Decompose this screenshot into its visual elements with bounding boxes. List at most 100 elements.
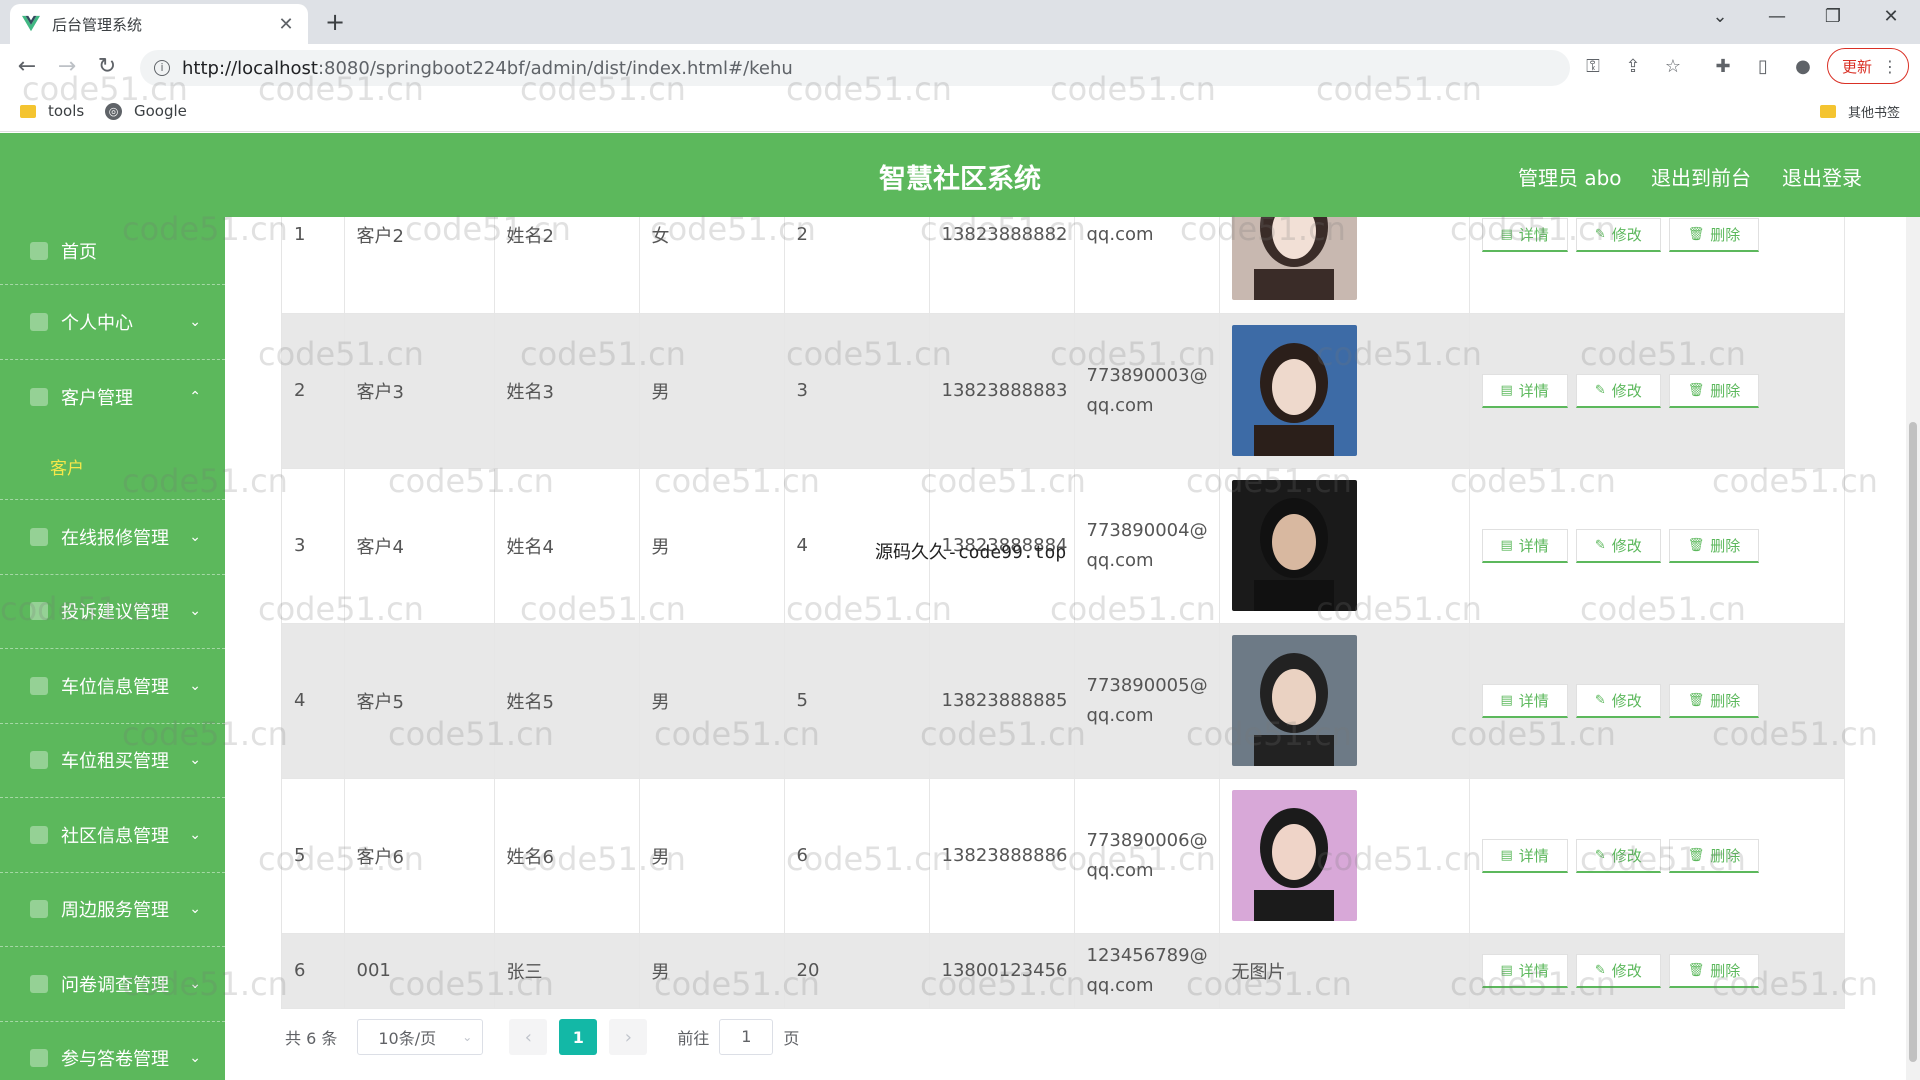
delete-button[interactable]: 🗑 删除 [1668, 838, 1760, 873]
customer-email: 773890005@ qq.com [1074, 623, 1220, 779]
vertical-scrollbar[interactable] [1906, 217, 1920, 1080]
document-icon: ▤ [1500, 537, 1513, 553]
user-icon [30, 312, 48, 331]
reload-icon[interactable]: ↻ [92, 54, 122, 79]
sidebar-item-answers[interactable]: 参与答卷管理 ⌄ [0, 1022, 225, 1080]
delete-label: 删除 [1710, 536, 1741, 555]
detail-label: 详情 [1518, 961, 1549, 980]
sidebar-item-label: 投诉建议管理 [61, 602, 169, 624]
customer-photo-cell [1219, 313, 1470, 469]
forward-icon[interactable]: → [52, 54, 82, 79]
sidebar-item-customers[interactable]: 客户管理 ⌃ [0, 360, 225, 435]
customer-name: 张三 [494, 933, 640, 1009]
scrollbar-thumb[interactable] [1909, 422, 1917, 1062]
delete-button[interactable]: 🗑 删除 [1668, 217, 1760, 252]
row-actions: ▤ 详情 ✎ 修改 🗑 删除 [1469, 468, 1845, 624]
detail-button[interactable]: ▤ 详情 [1481, 838, 1568, 873]
submenu-item-customer[interactable]: 客户 [0, 434, 225, 500]
chevron-down-icon: ⌄ [189, 752, 201, 769]
detail-button[interactable]: ▤ 详情 [1481, 217, 1568, 252]
bookmark-label: tools [48, 102, 85, 120]
sidebar-item-complaints[interactable]: 投诉建议管理 ⌄ [0, 575, 225, 649]
extensions-icon[interactable]: ✚ [1710, 56, 1736, 77]
delete-label: 删除 [1710, 691, 1741, 710]
back-icon[interactable]: ← [12, 54, 42, 79]
next-page-button[interactable]: › [609, 1019, 648, 1055]
sidebar-item-survey[interactable]: 问卷调查管理 ⌄ [0, 947, 225, 1022]
document-icon: ▤ [1500, 382, 1513, 398]
edit-label: 修改 [1611, 961, 1642, 980]
row-actions: ▤ 详情 ✎ 修改 🗑 删除 [1469, 933, 1845, 1009]
delete-label: 删除 [1710, 225, 1741, 244]
chevron-down-icon: ⌄ [189, 313, 201, 330]
edit-label: 修改 [1611, 536, 1642, 555]
page-size-select[interactable]: 10条/页 ⌄ [357, 1019, 484, 1055]
email-line-1: 773890004@ [1086, 519, 1208, 541]
sidebar-item-community[interactable]: 社区信息管理 ⌄ [0, 798, 225, 873]
chevron-down-icon: ⌄ [189, 677, 201, 694]
site-info-icon[interactable]: i [154, 60, 170, 76]
other-bookmarks[interactable]: 其他书签 [1820, 102, 1900, 121]
update-label: 更新 [1842, 57, 1873, 76]
new-tab-icon[interactable]: + [325, 8, 345, 36]
detail-button[interactable]: ▤ 详情 [1481, 373, 1568, 408]
customer-photo-cell [1219, 778, 1470, 934]
delete-label: 删除 [1710, 961, 1741, 980]
url-path: :8080/springboot224bf/admin/dist/index.h… [317, 57, 793, 79]
key-icon[interactable]: ⚿ [1580, 56, 1606, 77]
customer-age: 5 [784, 623, 930, 779]
tab-search-icon[interactable]: ⌄ [1705, 6, 1735, 27]
detail-button[interactable]: ▤ 详情 [1481, 953, 1568, 988]
update-button[interactable]: 更新 ⋮ [1827, 48, 1909, 84]
chevron-down-icon: ⌄ [462, 1030, 473, 1044]
page-1-button[interactable]: 1 [559, 1019, 598, 1055]
close-tab-icon[interactable]: ✕ [276, 14, 296, 35]
edit-button[interactable]: ✎ 修改 [1575, 217, 1661, 252]
sidebar-item-profile[interactable]: 个人中心 ⌄ [0, 285, 225, 360]
edit-button[interactable]: ✎ 修改 [1575, 838, 1661, 873]
customer-phone: 13823888885 [929, 623, 1075, 779]
address-bar[interactable]: i http://localhost:8080/springboot224bf/… [140, 50, 1570, 86]
edit-button[interactable]: ✎ 修改 [1575, 953, 1661, 988]
sidebar-item-parking-rent[interactable]: 车位租买管理 ⌄ [0, 724, 225, 798]
edit-button[interactable]: ✎ 修改 [1575, 683, 1661, 718]
bookmark-star-icon[interactable]: ☆ [1660, 56, 1686, 77]
maximize-icon[interactable]: ❐ [1818, 6, 1848, 27]
sidebar-item-services[interactable]: 周边服务管理 ⌄ [0, 873, 225, 947]
profile-icon[interactable]: ● [1790, 56, 1816, 77]
delete-button[interactable]: 🗑 删除 [1668, 373, 1760, 408]
detail-button[interactable]: ▤ 详情 [1481, 683, 1568, 718]
customer-account: 客户4 [344, 468, 495, 624]
sidebar: 首页 个人中心 ⌄ 客户管理 ⌃ 客户 在线报修管理 ⌄ 投诉建议管理 ⌄ 车位信息管理… [0, 217, 225, 1080]
minimize-icon[interactable]: — [1762, 6, 1792, 27]
overlay-watermark-text: 源码久久-code99.top [875, 542, 1067, 563]
share-icon[interactable]: ⇪ [1620, 56, 1646, 77]
customer-age: 20 [784, 933, 930, 1009]
close-window-icon[interactable]: ✕ [1876, 6, 1906, 27]
prev-page-button[interactable]: ‹ [509, 1019, 548, 1055]
delete-button[interactable]: 🗑 删除 [1668, 528, 1760, 563]
pencil-icon: ✎ [1594, 847, 1606, 863]
survey-icon [30, 974, 48, 993]
side-panel-icon[interactable]: ▯ [1750, 56, 1776, 77]
edit-button[interactable]: ✎ 修改 [1575, 528, 1661, 563]
delete-button[interactable]: 🗑 删除 [1668, 953, 1760, 988]
delete-button[interactable]: 🗑 删除 [1668, 683, 1760, 718]
detail-button[interactable]: ▤ 详情 [1481, 528, 1568, 563]
exit-to-front-link[interactable]: 退出到前台 [1651, 162, 1751, 191]
edit-button[interactable]: ✎ 修改 [1575, 373, 1661, 408]
sidebar-item-repair[interactable]: 在线报修管理 ⌄ [0, 500, 225, 575]
sidebar-item-home[interactable]: 首页 [0, 217, 225, 285]
sidebar-item-label: 在线报修管理 [61, 527, 169, 549]
browser-tab[interactable]: 后台管理系统 ✕ [10, 4, 308, 44]
edit-label: 修改 [1611, 846, 1642, 865]
pencil-icon: ✎ [1594, 537, 1606, 553]
bookmark-tools[interactable]: tools [20, 102, 84, 120]
bookmark-google[interactable]: ◎ Google [105, 102, 187, 120]
sidebar-item-parking-info[interactable]: 车位信息管理 ⌄ [0, 649, 225, 724]
goto-page-input[interactable]: 1 [719, 1019, 774, 1055]
menu-dots-icon[interactable]: ⋮ [1882, 57, 1898, 76]
customer-gender: 男 [639, 468, 785, 624]
customer-phone: 13823888882 [929, 217, 1075, 314]
logout-link[interactable]: 退出登录 [1782, 162, 1862, 191]
